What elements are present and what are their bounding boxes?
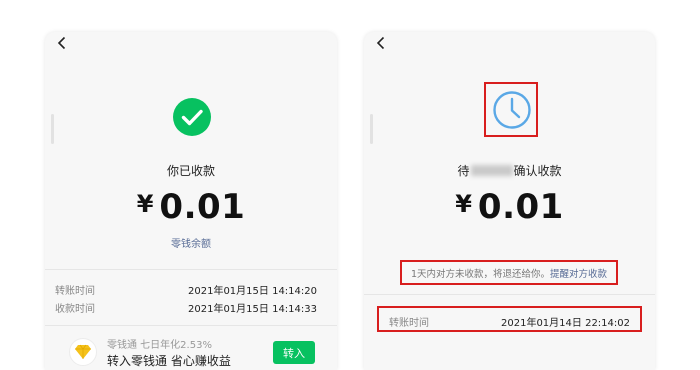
row-value: 2021年01月15日 14:14:33 (188, 304, 317, 315)
receive-time-row: 收款时间 2021年01月15日 14:14:33 (55, 300, 317, 315)
transfer-in-button[interactable]: 转入 (273, 341, 315, 364)
clock-icon (492, 90, 532, 130)
title-suffix: 确认收款 (513, 164, 562, 178)
transfer-amount: ¥0.01 (45, 187, 337, 227)
currency-symbol: ¥ (136, 190, 154, 218)
row-value: 2021年01月14日 22:14:02 (501, 318, 630, 329)
status-title: 待 确认收款 (364, 162, 655, 179)
transfer-time-row: 转账时间 2021年01月14日 22:14:02 (389, 314, 630, 329)
change-balance-link[interactable]: 零钱余额 (45, 235, 337, 250)
transfer-time-highlight-box: 转账时间 2021年01月14日 22:14:02 (377, 306, 642, 332)
clock-highlight-box (484, 82, 538, 137)
transfer-time-row: 转账时间 2021年01月15日 14:14:20 (55, 282, 317, 297)
diamond-icon (69, 338, 97, 366)
received-transfer-panel: 你已收款 ¥0.01 零钱余额 转账时间 2021年01月15日 14:14:2… (45, 32, 337, 370)
status-title: 你已收款 (166, 164, 215, 178)
amount-value: 0.01 (159, 187, 246, 227)
notice-text: 1天内对方未收款，将退还给你。 (410, 268, 551, 280)
currency-symbol: ¥ (455, 190, 472, 218)
row-label: 转账时间 (389, 318, 429, 329)
row-label: 转账时间 (55, 286, 95, 297)
transfer-amount: ¥0.01 (364, 187, 655, 227)
promo-title: 转入零钱通 省心赚收益 (107, 354, 231, 368)
refund-notice: 1天内对方未收款，将退还给你。 提醒对方收款 (400, 260, 618, 285)
remind-recipient-link[interactable]: 提醒对方收款 (550, 266, 607, 280)
divider (45, 325, 337, 326)
divider (364, 294, 655, 295)
pending-transfer-panel: 待 确认收款 ¥0.01 1天内对方未收款，将退还给你。 提醒对方收款 转账时间 2… (364, 32, 655, 370)
back-chevron-icon[interactable] (54, 35, 70, 51)
title-prefix: 待 (457, 164, 470, 178)
row-label: 收款时间 (55, 304, 95, 315)
scroll-indicator (51, 114, 54, 144)
amount-value: 0.01 (477, 187, 564, 227)
scroll-indicator (370, 114, 373, 144)
promo-subtitle: 零钱通 七日年化2.53% (107, 340, 212, 351)
blurred-name (470, 165, 513, 176)
back-chevron-icon[interactable] (373, 35, 389, 51)
row-value: 2021年01月15日 14:14:20 (188, 286, 317, 297)
divider (45, 269, 337, 270)
check-circle-icon (172, 97, 212, 137)
